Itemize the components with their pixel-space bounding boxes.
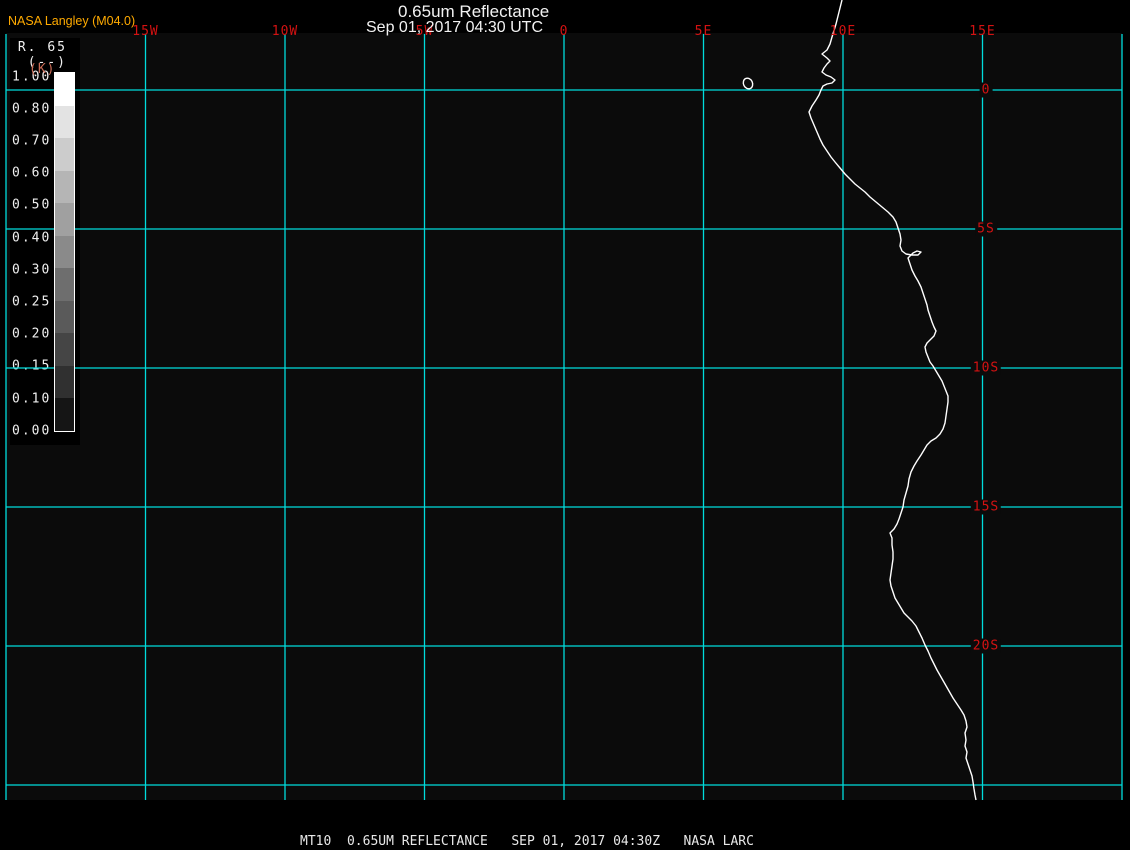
colorbar-segment <box>55 203 74 236</box>
colorbar-unit-secondary-label: (K) <box>29 62 56 77</box>
colorbar <box>54 72 75 432</box>
colorbar-segment <box>55 333 74 366</box>
longitude-tick-label: 15W <box>132 24 159 39</box>
latitude-tick-label: 5S <box>975 221 997 237</box>
longitude-tick-label: 15E <box>969 24 996 39</box>
satellite-reflectance-viewer: { "header": { "credit": "NASA Langley (M… <box>0 0 1130 850</box>
map-canvas <box>5 0 1123 801</box>
latitude-tick-label: 0 <box>979 82 993 98</box>
longitude-tick-label: 0 <box>559 24 569 39</box>
colorbar-segment <box>55 73 74 106</box>
colorbar-segment <box>55 398 74 431</box>
latitude-tick-label: 10S <box>970 360 1002 376</box>
longitude-tick-label: 10W <box>271 24 299 39</box>
image-datetime: Sep 01, 2017 04:30 UTC <box>366 19 544 36</box>
colorbar-segment <box>55 268 74 301</box>
longitude-tick-label: 10E <box>829 24 857 39</box>
colorbar-segment <box>55 170 74 204</box>
colorbar-segment <box>55 300 74 334</box>
island-outline <box>742 77 754 90</box>
colorbar-segment <box>55 235 74 269</box>
coastline-africa-west <box>808 0 977 801</box>
colorbar-segment <box>55 105 74 139</box>
colorbar-title: R. 65 <box>17 40 67 55</box>
latitude-tick-label: 15S <box>970 499 1002 515</box>
colorbar-segment <box>55 138 74 171</box>
latitude-tick-label: 20S <box>970 638 1002 654</box>
credit-label: NASA Langley (M04.0) <box>8 14 136 28</box>
colorbar-segment <box>55 365 74 399</box>
longitude-tick-label: 5E <box>694 24 713 39</box>
footer-caption: MT10 0.65UM REFLECTANCE SEP 01, 2017 04:… <box>300 834 754 849</box>
